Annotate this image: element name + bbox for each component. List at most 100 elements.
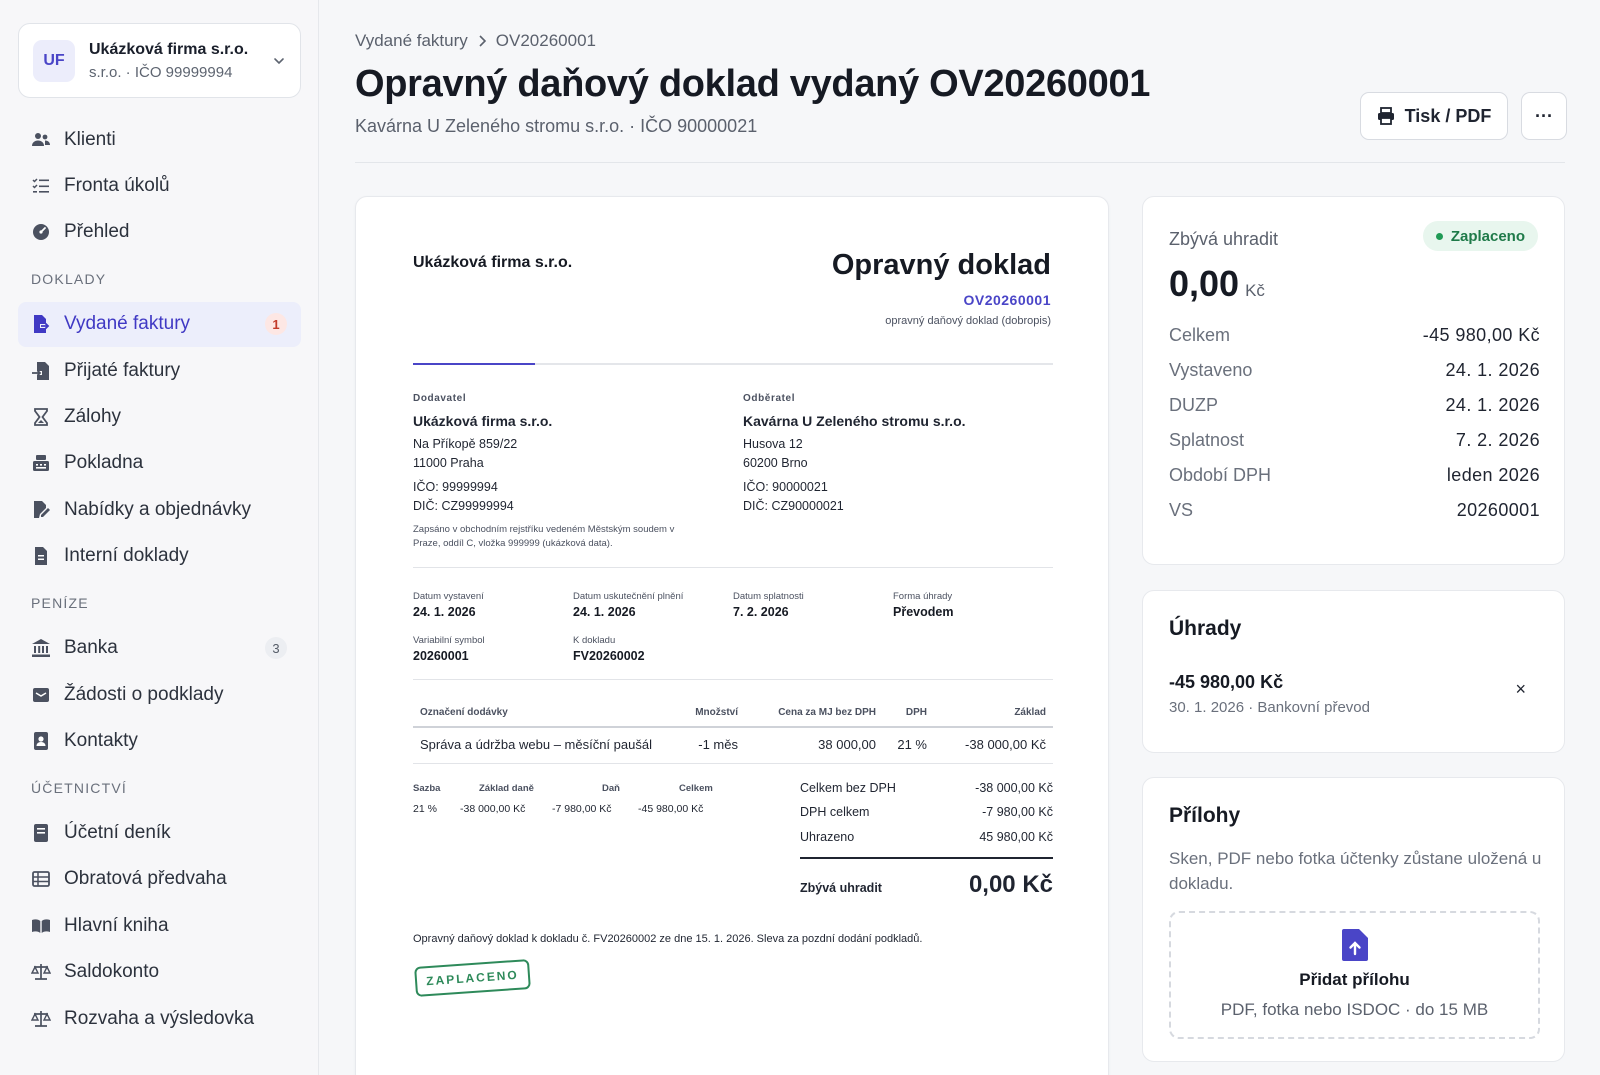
col-header: Daň — [602, 783, 620, 794]
header-divider — [355, 162, 1565, 163]
book-icon — [31, 916, 51, 936]
doc-number: OV20260001 — [963, 292, 1051, 308]
print-pdf-label: Tisk / PDF — [1404, 105, 1492, 126]
users-icon — [31, 130, 51, 150]
hourglass-icon — [31, 407, 51, 427]
nav-label: Účetní deník — [64, 822, 171, 844]
summary-key: Splatnost — [1169, 430, 1245, 450]
meta-ref: K dokladu FV20260002 — [573, 635, 645, 663]
company-switcher[interactable]: UF Ukázková firma s.r.o. s.r.o. · IČO 99… — [18, 23, 301, 98]
breadcrumb-current: OV20260001 — [495, 31, 596, 50]
journal-icon — [31, 823, 51, 843]
nav-item-prehled[interactable]: Přehled — [18, 210, 301, 255]
attachments-title: Přílohy — [1169, 804, 1241, 827]
contact-card-icon — [31, 731, 51, 751]
summary-value: 24. 1. 2026 — [1445, 395, 1540, 415]
summary-row: Splatnost 7. 2. 2026 — [1169, 430, 1540, 451]
supplier-ico: IČO: 99999994 — [413, 480, 498, 494]
summary-key: DUZP — [1169, 395, 1218, 415]
nav-label: Banka — [64, 637, 118, 659]
doc-divider — [413, 567, 1053, 568]
meta-value: Převodem — [893, 605, 954, 619]
company-sub: s.r.o. · IČO 99999994 — [89, 63, 233, 81]
nav-item-saldokonto[interactable]: Saldokonto — [18, 950, 301, 995]
nav-item-hlavni-kniha[interactable]: Hlavní kniha — [18, 903, 301, 948]
cell: -38 000,00 Kč — [965, 737, 1046, 752]
nav-item-obratova-predvaha[interactable]: Obratová předvaha — [18, 857, 301, 902]
summary-value: leden 2026 — [1446, 465, 1540, 485]
summary-key: VS — [1169, 500, 1194, 520]
cell: -7 980,00 Kč — [552, 803, 612, 815]
dropzone-title: Přidat přílohu — [1299, 970, 1410, 989]
summary-value: 20260001 — [1456, 500, 1540, 520]
company-avatar: UF — [33, 39, 75, 82]
sidebar: UF Ukázková firma s.r.o. s.r.o. · IČO 99… — [0, 0, 319, 1075]
doc-seller-header: Ukázková firma s.r.o. — [413, 254, 573, 271]
payment-meta: 30. 1. 2026 · Bankovní převod — [1169, 699, 1370, 716]
meta-value: 20260001 — [413, 649, 469, 663]
cell: 21 % — [897, 737, 927, 752]
summary-value: 24. 1. 2026 — [1445, 360, 1540, 380]
main-content: Vydané faktury OV20260001 Opravný daňový… — [355, 0, 1567, 1075]
nav-item-banka[interactable]: Banka 3 — [18, 626, 301, 671]
cell: 38 000,00 — [818, 737, 876, 752]
summary-row: Celkem -45 980,00 Kč — [1169, 325, 1540, 346]
nav-item-zadosti-o-podklady[interactable]: Žádosti o podklady — [18, 672, 301, 717]
cash-register-icon — [31, 453, 51, 473]
nav-label: Vydané faktury — [64, 313, 191, 335]
supplier-city: 11000 Praha — [413, 456, 484, 470]
supplier-register: Zapsáno v obchodním rejstříku vedeném Mě… — [413, 524, 675, 549]
sum-value: -7 980,00 Kč — [982, 805, 1053, 819]
meta-value: 24. 1. 2026 — [573, 605, 636, 619]
col-header: Označení dodávky — [420, 707, 508, 718]
attachment-dropzone[interactable]: Přidat přílohu PDF, fotka nebo ISDOC · d… — [1169, 911, 1540, 1039]
nav-item-fronta-ukolu[interactable]: Fronta úkolů — [18, 163, 301, 208]
meta-value: FV20260002 — [573, 649, 645, 663]
breadcrumb: Vydané faktury OV20260001 — [355, 31, 596, 51]
summary-row: Vystaveno 24. 1. 2026 — [1169, 360, 1540, 381]
section-title-ucetnictvi: ÚČETNICTVÍ — [31, 779, 127, 796]
nav-item-zalohy[interactable]: Zálohy — [18, 395, 301, 440]
section-title-penize: PENÍZE — [31, 594, 89, 611]
gauge-icon — [31, 222, 51, 242]
summary-key: Vystaveno — [1169, 360, 1253, 380]
meta-label: Datum vystavení — [413, 591, 484, 602]
print-pdf-button[interactable]: Tisk / PDF — [1360, 92, 1508, 140]
meta-value: 24. 1. 2026 — [413, 605, 476, 619]
nav-item-nabidky-objednavky[interactable]: Nabídky a objednávky — [18, 487, 301, 532]
col-header: Množství — [695, 707, 738, 718]
more-actions-button[interactable]: ··· — [1521, 92, 1567, 140]
nav-label: Interní doklady — [64, 545, 189, 567]
nav-item-klienti[interactable]: Klienti — [18, 117, 301, 162]
remove-payment-icon[interactable]: × — [1515, 679, 1526, 700]
signature-icon — [31, 500, 51, 520]
supplier-street: Na Příkopě 859/22 — [413, 437, 518, 451]
nav-item-ucetni-denik[interactable]: Účetní deník — [18, 811, 301, 856]
breadcrumb-parent[interactable]: Vydané faktury — [355, 31, 468, 51]
nav-item-pokladna[interactable]: Pokladna — [18, 441, 301, 486]
chevron-right-icon — [479, 35, 486, 47]
meta-label: Forma úhrady — [893, 591, 953, 602]
nav-label: Obratová předvaha — [64, 868, 227, 890]
count-badge: 3 — [265, 637, 287, 660]
cell: Správa a údržba webu – měsíční paušál — [420, 737, 652, 752]
attachments-card: Přílohy Sken, PDF nebo fotka účtenky zůs… — [1142, 777, 1565, 1062]
payments-card: Úhrady -45 980,00 Kč 30. 1. 2026 · Banko… — [1142, 590, 1565, 753]
nav-item-vydane-faktury[interactable]: Vydané faktury 1 — [18, 301, 301, 347]
document-icon — [31, 546, 51, 566]
payment-summary-card: Zbývá uhradit Zaplaceno 0,00 Kč Celkem -45… — [1142, 196, 1565, 565]
nav-item-rozvaha-vysledovka[interactable]: Rozvaha a výsledovka — [18, 996, 301, 1041]
amount-value: 0,00 — [1169, 263, 1240, 304]
supplier-name: Ukázková firma s.r.o. — [413, 413, 553, 429]
cell: -1 měs — [698, 737, 738, 752]
nav-item-interni-doklady[interactable]: Interní doklady — [18, 534, 301, 579]
nav-label: Fronta úkolů — [64, 174, 170, 196]
nav-item-kontakty[interactable]: Kontakty — [18, 719, 301, 764]
nav-item-prijate-faktury[interactable]: Přijaté faktury — [18, 348, 301, 393]
col-header: Sazba — [413, 783, 441, 794]
meta-value: 7. 2. 2026 — [733, 605, 789, 619]
customer-name: Kavárna U Zeleného stromu s.r.o. — [743, 413, 966, 429]
payments-title: Úhrady — [1169, 617, 1242, 640]
meta-taxable: Datum uskutečnění plnění 24. 1. 2026 — [573, 591, 683, 619]
customer-city: 60200 Brno — [743, 456, 808, 470]
